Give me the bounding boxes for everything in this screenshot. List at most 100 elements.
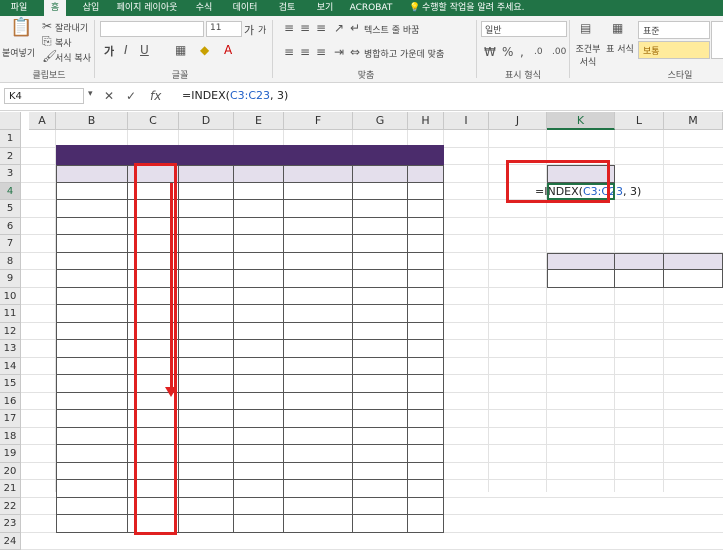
table-cell[interactable]: [179, 183, 234, 201]
row-header[interactable]: 13: [0, 340, 21, 358]
table-cell[interactable]: [353, 498, 408, 516]
table-cell[interactable]: [179, 340, 234, 358]
tab-home[interactable]: 홈: [44, 0, 66, 16]
row-header[interactable]: 23: [0, 515, 21, 533]
conditional-format-icon[interactable]: ▤: [580, 22, 591, 34]
table-cell[interactable]: [234, 200, 284, 218]
table-cell[interactable]: [408, 235, 444, 253]
table-cell[interactable]: [408, 270, 444, 288]
table-cell[interactable]: [408, 323, 444, 341]
table-cell[interactable]: [408, 463, 444, 481]
table-cell[interactable]: [284, 270, 353, 288]
table-cell[interactable]: [179, 375, 234, 393]
increase-font-button[interactable]: 가: [244, 22, 254, 38]
table-cell[interactable]: [179, 323, 234, 341]
table-cell[interactable]: [353, 200, 408, 218]
row-header[interactable]: 24: [0, 533, 21, 550]
table-cell[interactable]: [179, 463, 234, 481]
tab-review[interactable]: 검토: [274, 0, 300, 16]
font-color-icon[interactable]: A: [224, 44, 232, 56]
tab-acrobat[interactable]: ACROBAT: [348, 0, 394, 16]
table-cell[interactable]: [353, 428, 408, 446]
insert-function-icon[interactable]: fx: [150, 89, 161, 103]
row-header[interactable]: 2: [0, 148, 21, 166]
table-header-cell[interactable]: [234, 165, 284, 183]
table-cell[interactable]: [353, 410, 408, 428]
table-cell[interactable]: [179, 445, 234, 463]
table-cell[interactable]: [353, 393, 408, 411]
table-cell[interactable]: [234, 515, 284, 533]
spreadsheet-grid[interactable]: ABCDEFGHIJKLMN12345678910111213141516171…: [0, 112, 723, 492]
lookup-header-cell[interactable]: [547, 253, 615, 271]
table-cell[interactable]: [284, 410, 353, 428]
table-cell[interactable]: [408, 498, 444, 516]
table-cell[interactable]: [284, 183, 353, 201]
table-header-cell[interactable]: [353, 165, 408, 183]
formula-input[interactable]: =INDEX(C3:C23, 3): [182, 89, 288, 102]
merge-center-button[interactable]: 병합하고 가운데 맞춤: [364, 47, 444, 60]
select-all-corner[interactable]: [0, 112, 21, 130]
table-cell[interactable]: [284, 323, 353, 341]
table-cell[interactable]: [284, 253, 353, 271]
fill-color-icon[interactable]: ◆: [200, 44, 209, 56]
lookup-header-cell[interactable]: [664, 253, 723, 271]
decrease-font-button[interactable]: 가: [258, 23, 266, 36]
table-cell[interactable]: [408, 340, 444, 358]
tab-view[interactable]: 보기: [312, 0, 338, 16]
table-cell[interactable]: [353, 445, 408, 463]
row-header[interactable]: 4: [0, 183, 21, 201]
row-header[interactable]: 9: [0, 270, 21, 288]
table-cell[interactable]: [284, 218, 353, 236]
table-cell[interactable]: [234, 428, 284, 446]
table-cell[interactable]: [234, 340, 284, 358]
table-cell[interactable]: [353, 270, 408, 288]
table-cell[interactable]: [284, 480, 353, 498]
comma-icon[interactable]: ,: [520, 46, 524, 58]
table-cell[interactable]: [284, 498, 353, 516]
row-header[interactable]: 10: [0, 288, 21, 306]
column-header[interactable]: G: [353, 112, 408, 130]
table-cell[interactable]: [284, 463, 353, 481]
table-cell[interactable]: [56, 305, 128, 323]
table-cell[interactable]: [234, 463, 284, 481]
table-cell[interactable]: [408, 288, 444, 306]
table-cell[interactable]: [56, 358, 128, 376]
font-size-dropdown[interactable]: 11: [206, 21, 242, 37]
table-cell[interactable]: [56, 235, 128, 253]
table-cell[interactable]: [353, 305, 408, 323]
indent-icon[interactable]: ⇥: [334, 46, 344, 58]
tab-data[interactable]: 데이터: [228, 0, 262, 16]
table-cell[interactable]: [284, 340, 353, 358]
cut-button[interactable]: 잘라내기: [55, 21, 88, 34]
row-header[interactable]: 20: [0, 463, 21, 481]
column-header[interactable]: E: [234, 112, 284, 130]
column-header[interactable]: F: [284, 112, 353, 130]
table-cell[interactable]: [408, 428, 444, 446]
table-cell[interactable]: [408, 183, 444, 201]
lookup-value-cell[interactable]: [547, 270, 615, 288]
row-header[interactable]: 12: [0, 323, 21, 341]
tab-insert[interactable]: 삽입: [78, 0, 104, 16]
table-cell[interactable]: [408, 305, 444, 323]
style-gallery-scroll[interactable]: [711, 21, 723, 59]
bold-button[interactable]: 가: [104, 43, 114, 59]
table-cell[interactable]: [234, 358, 284, 376]
table-cell[interactable]: [408, 358, 444, 376]
table-cell[interactable]: [56, 253, 128, 271]
table-cell[interactable]: [408, 480, 444, 498]
row-header[interactable]: 6: [0, 218, 21, 236]
table-cell[interactable]: [234, 498, 284, 516]
align-bottom-icon[interactable]: ≡: [316, 22, 326, 34]
align-middle-icon[interactable]: ≡: [300, 22, 310, 34]
style-neutral[interactable]: 보통: [638, 41, 710, 59]
table-cell[interactable]: [56, 270, 128, 288]
paste-button[interactable]: 붙여넣기: [2, 46, 35, 59]
table-cell[interactable]: [179, 288, 234, 306]
table-cell[interactable]: [234, 183, 284, 201]
row-header[interactable]: 16: [0, 393, 21, 411]
row-header[interactable]: 17: [0, 410, 21, 428]
tab-page-layout[interactable]: 페이지 레이아웃: [114, 0, 180, 16]
table-cell[interactable]: [179, 270, 234, 288]
table-header-cell[interactable]: [284, 165, 353, 183]
wrap-text-icon[interactable]: ↵: [350, 22, 360, 34]
